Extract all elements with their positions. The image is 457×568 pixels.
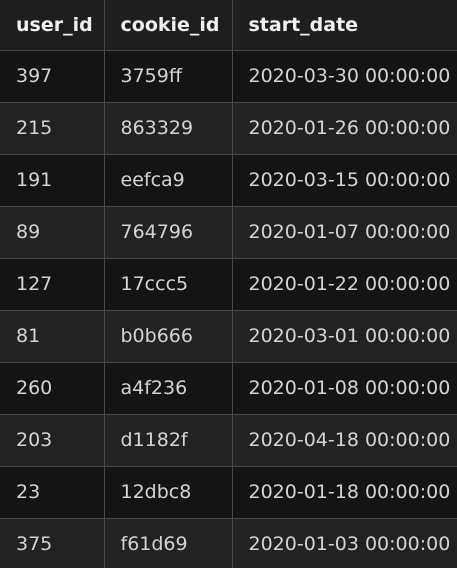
cell-cookie-id: 863329 <box>103 101 233 155</box>
cell-user-id: 81 <box>0 309 105 363</box>
cell-user-id: 89 <box>0 205 105 259</box>
cell-user-id: 23 <box>0 465 105 519</box>
column-header-cookie-id[interactable]: cookie_id <box>103 0 233 51</box>
cell-start-date: 2020-03-30 00:00:00 <box>231 49 457 103</box>
cell-start-date: 2020-01-08 00:00:00 <box>231 361 457 415</box>
cell-cookie-id: 764796 <box>103 205 233 259</box>
table-row: 375 f61d69 2020-01-03 00:00:00 <box>0 517 457 568</box>
table-row: 191 eefca9 2020-03-15 00:00:00 <box>0 153 457 207</box>
table-row: 127 17ccc5 2020-01-22 00:00:00 <box>0 257 457 311</box>
table-row: 23 12dbc8 2020-01-18 00:00:00 <box>0 465 457 519</box>
cell-cookie-id: eefca9 <box>103 153 233 207</box>
table-row: 203 d1182f 2020-04-18 00:00:00 <box>0 413 457 467</box>
table-row: 89 764796 2020-01-07 00:00:00 <box>0 205 457 259</box>
cell-cookie-id: f61d69 <box>103 517 233 568</box>
cell-cookie-id: 3759ff <box>103 49 233 103</box>
table-row: 397 3759ff 2020-03-30 00:00:00 <box>0 49 457 103</box>
cell-user-id: 215 <box>0 101 105 155</box>
cell-start-date: 2020-01-26 00:00:00 <box>231 101 457 155</box>
cell-user-id: 127 <box>0 257 105 311</box>
cell-cookie-id: b0b666 <box>103 309 233 363</box>
cell-start-date: 2020-03-15 00:00:00 <box>231 153 457 207</box>
cell-user-id: 397 <box>0 49 105 103</box>
cell-cookie-id: 17ccc5 <box>103 257 233 311</box>
cell-start-date: 2020-01-18 00:00:00 <box>231 465 457 519</box>
header-row: user_id cookie_id start_date <box>0 0 457 51</box>
table-row: 215 863329 2020-01-26 00:00:00 <box>0 101 457 155</box>
table-body: 397 3759ff 2020-03-30 00:00:00 215 86332… <box>0 49 457 568</box>
cell-cookie-id: d1182f <box>103 413 233 467</box>
column-header-user-id[interactable]: user_id <box>0 0 105 51</box>
column-header-start-date[interactable]: start_date <box>231 0 457 51</box>
cell-cookie-id: 12dbc8 <box>103 465 233 519</box>
cell-start-date: 2020-01-03 00:00:00 <box>231 517 457 568</box>
table-row: 260 a4f236 2020-01-08 00:00:00 <box>0 361 457 415</box>
cell-user-id: 191 <box>0 153 105 207</box>
cell-start-date: 2020-04-18 00:00:00 <box>231 413 457 467</box>
cell-start-date: 2020-01-07 00:00:00 <box>231 205 457 259</box>
cell-user-id: 375 <box>0 517 105 568</box>
cell-start-date: 2020-01-22 00:00:00 <box>231 257 457 311</box>
cell-user-id: 203 <box>0 413 105 467</box>
table-header: user_id cookie_id start_date <box>0 0 457 51</box>
cell-cookie-id: a4f236 <box>103 361 233 415</box>
table-row: 81 b0b666 2020-03-01 00:00:00 <box>0 309 457 363</box>
cell-start-date: 2020-03-01 00:00:00 <box>231 309 457 363</box>
results-table: user_id cookie_id start_date 397 3759ff … <box>0 0 457 568</box>
cell-user-id: 260 <box>0 361 105 415</box>
